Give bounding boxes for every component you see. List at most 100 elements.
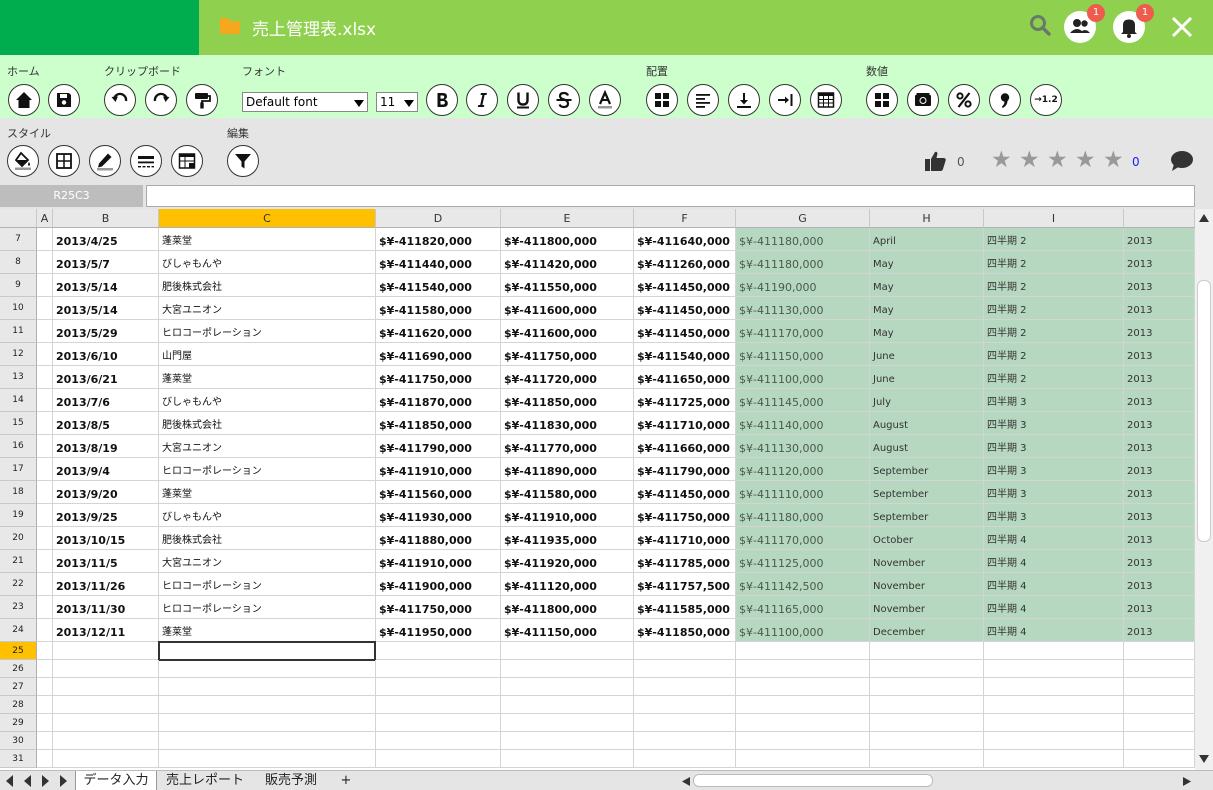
cell-h[interactable]: July <box>870 389 984 412</box>
thumbs-up-icon[interactable] <box>924 150 948 172</box>
cell-i[interactable]: 四半期 4 <box>984 596 1124 619</box>
cell-h[interactable]: May <box>870 251 984 274</box>
column-header[interactable]: F <box>634 209 736 228</box>
cell-j[interactable]: 2013 <box>1124 251 1195 274</box>
comment-icon[interactable] <box>1169 149 1195 173</box>
cell-j[interactable] <box>1124 732 1195 750</box>
cell-e[interactable] <box>501 660 634 678</box>
cell-d[interactable]: $¥-411850,000 <box>376 412 501 435</box>
undo-button[interactable] <box>104 84 136 116</box>
cell-e[interactable]: $¥-411420,000 <box>501 251 634 274</box>
cell-f[interactable]: $¥-411540,000 <box>634 343 736 366</box>
wrap-text-button[interactable] <box>769 84 801 116</box>
cell-b[interactable]: 2013/11/26 <box>53 573 159 596</box>
cell-f[interactable]: $¥-411750,000 <box>634 504 736 527</box>
cell-a[interactable] <box>37 596 53 619</box>
cell-h[interactable]: May <box>870 274 984 297</box>
cell-f[interactable] <box>634 750 736 768</box>
row-header[interactable]: 9 <box>0 274 37 297</box>
line-color-button[interactable] <box>89 145 121 177</box>
next-sheet-icon[interactable] <box>42 775 49 787</box>
font-name-select[interactable]: Default font <box>242 92 368 112</box>
cell-g[interactable]: $¥-411100,000 <box>736 619 870 642</box>
cell-d[interactable]: $¥-411870,000 <box>376 389 501 412</box>
cell-a[interactable] <box>37 389 53 412</box>
table-format-button[interactable] <box>810 84 842 116</box>
star-icon[interactable]: ★ <box>991 148 1012 172</box>
cell-i[interactable] <box>984 660 1124 678</box>
cell-d[interactable] <box>376 696 501 714</box>
cell-i[interactable]: 四半期 3 <box>984 481 1124 504</box>
cell-e[interactable]: $¥-411920,000 <box>501 550 634 573</box>
cell-c[interactable]: ヒロコーポレーション <box>159 573 376 596</box>
cell-e[interactable] <box>501 678 634 696</box>
prev-sheet-icon[interactable] <box>24 775 31 787</box>
cell-b[interactable] <box>53 732 159 750</box>
cell-j[interactable]: 2013 <box>1124 366 1195 389</box>
cell-h[interactable]: April <box>870 228 984 251</box>
scroll-right-icon[interactable] <box>1182 776 1192 787</box>
cell-e[interactable]: $¥-411910,000 <box>501 504 634 527</box>
row-header[interactable]: 8 <box>0 251 37 274</box>
cell-c[interactable]: ヒロコーポレーション <box>159 458 376 481</box>
row-header[interactable]: 24 <box>0 619 37 642</box>
cell-g[interactable]: $¥-411170,000 <box>736 527 870 550</box>
borders-button[interactable] <box>48 145 80 177</box>
cell-b[interactable]: 2013/6/21 <box>53 366 159 389</box>
cell-h[interactable]: November <box>870 573 984 596</box>
cell-b[interactable]: 2013/8/19 <box>53 435 159 458</box>
cell-g[interactable]: $¥-411100,000 <box>736 366 870 389</box>
cell-g[interactable]: $¥-411165,000 <box>736 596 870 619</box>
cell-f[interactable]: $¥-411260,000 <box>634 251 736 274</box>
cell-g[interactable]: $¥-411120,000 <box>736 458 870 481</box>
cell-c[interactable]: 蓬莱堂 <box>159 228 376 251</box>
cell-g[interactable]: $¥-411140,000 <box>736 412 870 435</box>
cell-e[interactable]: $¥-411600,000 <box>501 297 634 320</box>
cell-a[interactable] <box>37 435 53 458</box>
decimal-places-button[interactable]: →1.2 <box>1030 84 1062 116</box>
cell-a[interactable] <box>37 642 53 660</box>
cell-i[interactable]: 四半期 4 <box>984 619 1124 642</box>
cell-b[interactable]: 2013/11/5 <box>53 550 159 573</box>
cell-h[interactable]: November <box>870 596 984 619</box>
font-size-select[interactable]: 11 <box>376 92 418 112</box>
bold-button[interactable] <box>426 84 458 116</box>
cell-a[interactable] <box>37 343 53 366</box>
cell-i[interactable]: 四半期 2 <box>984 297 1124 320</box>
cell-e[interactable] <box>501 732 634 750</box>
cell-i[interactable] <box>984 732 1124 750</box>
cell-d[interactable] <box>376 678 501 696</box>
cell-h[interactable] <box>870 732 984 750</box>
cell-g[interactable]: $¥-41190,000 <box>736 274 870 297</box>
cell-e[interactable] <box>501 642 634 660</box>
cell-c[interactable]: 蓬莱堂 <box>159 619 376 642</box>
currency-button[interactable] <box>907 84 939 116</box>
cell-j[interactable]: 2013 <box>1124 343 1195 366</box>
cell-f[interactable] <box>634 732 736 750</box>
cell-d[interactable] <box>376 714 501 732</box>
cell-f[interactable] <box>634 660 736 678</box>
cell-h[interactable] <box>870 696 984 714</box>
cell-i[interactable]: 四半期 3 <box>984 412 1124 435</box>
row-header[interactable]: 22 <box>0 573 37 596</box>
cell-f[interactable] <box>634 678 736 696</box>
row-header[interactable]: 11 <box>0 320 37 343</box>
cell-a[interactable] <box>37 251 53 274</box>
cell-f[interactable]: $¥-411660,000 <box>634 435 736 458</box>
cell-i[interactable]: 四半期 2 <box>984 343 1124 366</box>
cell-j[interactable] <box>1124 642 1195 660</box>
cell-g[interactable] <box>736 732 870 750</box>
cell-c[interactable]: 大宮ユニオン <box>159 550 376 573</box>
cell-b[interactable]: 2013/6/10 <box>53 343 159 366</box>
cell-c[interactable] <box>159 696 376 714</box>
cell-j[interactable]: 2013 <box>1124 297 1195 320</box>
cell-d[interactable]: $¥-411900,000 <box>376 573 501 596</box>
cell-a[interactable] <box>37 228 53 251</box>
row-header[interactable]: 31 <box>0 750 37 768</box>
cell-j[interactable]: 2013 <box>1124 504 1195 527</box>
cell-e[interactable]: $¥-411750,000 <box>501 343 634 366</box>
cell-b[interactable] <box>53 714 159 732</box>
cell-i[interactable]: 四半期 4 <box>984 573 1124 596</box>
close-icon[interactable] <box>1169 14 1195 40</box>
cell-g[interactable]: $¥-411142,500 <box>736 573 870 596</box>
